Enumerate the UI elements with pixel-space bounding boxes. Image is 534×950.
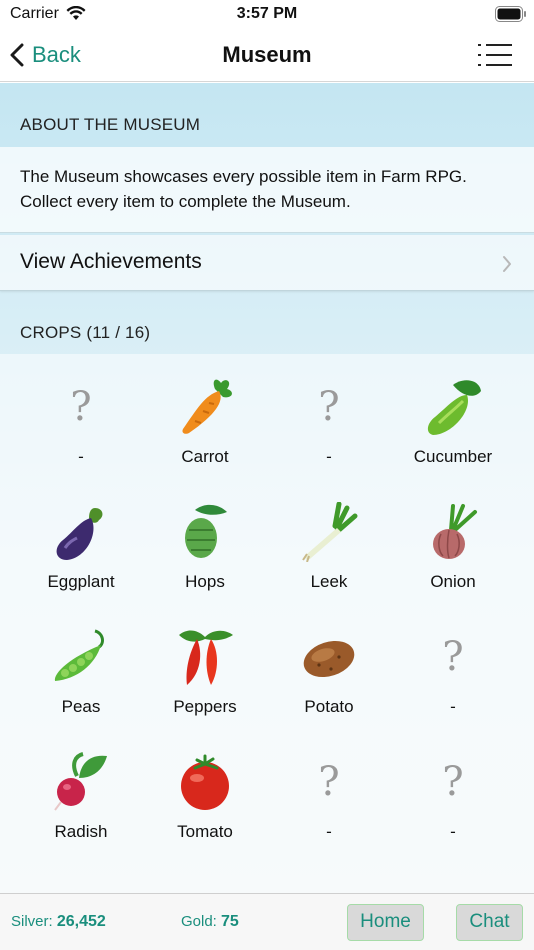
crop-label: - [326, 822, 332, 841]
onion-icon [433, 504, 477, 559]
list-icon-bar [486, 64, 512, 66]
crop-item-tomato[interactable]: Tomato [143, 752, 267, 862]
crop-item-potato[interactable]: Potato [267, 627, 391, 737]
crop-item-eggplant[interactable]: Eggplant [19, 502, 143, 612]
crop-item-radish[interactable]: Radish [19, 752, 143, 862]
home-button[interactable]: Home [347, 904, 424, 941]
eggplant-icon [56, 508, 103, 560]
crop-label: Potato [304, 697, 354, 716]
cucumber-icon [427, 380, 481, 435]
crop-item-unknown[interactable]: ? - [391, 627, 515, 737]
hops-icon [185, 504, 227, 558]
crop-label: Eggplant [47, 572, 115, 591]
battery-icon [495, 6, 526, 22]
status-time: 3:57 PM [236, 5, 298, 22]
crop-item-cucumber[interactable]: Cucumber [391, 377, 515, 487]
silver-value: 26,452 [56, 913, 106, 930]
crop-item-onion[interactable]: Onion [391, 502, 515, 612]
list-icon-bar [486, 44, 512, 46]
radish-icon [54, 752, 107, 811]
crops-header: CROPS (11 / 16) [20, 323, 151, 342]
back-button[interactable]: Back [10, 38, 81, 72]
peas-icon [54, 629, 104, 681]
bottom-toolbar: Silver: 26,452 Gold: 75 Home Chat [0, 893, 534, 950]
crop-item-unknown[interactable]: ? - [267, 752, 391, 862]
menu-button[interactable] [478, 42, 512, 68]
crop-label: Carrot [181, 447, 229, 466]
achievements-label: View Achievements [20, 250, 202, 273]
crops-grid: ? - Carrot ? - Cucumber Eggplant Hops Le… [0, 354, 534, 893]
crop-label: - [450, 697, 456, 716]
crop-label: - [326, 447, 332, 466]
unknown-icon: ? [70, 384, 92, 430]
museum-content[interactable]: ABOUT THE MUSEUM The Museum showcases ev… [0, 83, 534, 893]
crop-label: Leek [310, 572, 348, 591]
unknown-icon: ? [442, 634, 464, 680]
crop-label: Hops [185, 572, 225, 591]
crop-item-unknown[interactable]: ? - [391, 752, 515, 862]
crop-item-unknown[interactable]: ? - [267, 377, 391, 487]
crop-item-leek[interactable]: Leek [267, 502, 391, 612]
crop-label: - [450, 822, 456, 841]
silver-balance: Silver: 26,452 [11, 913, 106, 931]
crop-item-unknown[interactable]: ? - [19, 377, 143, 487]
potato-icon [303, 640, 355, 678]
back-label: Back [32, 42, 81, 67]
crop-label: Tomato [177, 822, 233, 841]
tomato-icon [181, 754, 229, 810]
gold-balance: Gold: 75 [181, 913, 239, 931]
chat-button[interactable]: Chat [456, 904, 523, 941]
crop-label: Onion [430, 572, 476, 591]
crop-label: - [78, 447, 84, 466]
silver-label: Silver: [11, 913, 53, 930]
about-card: The Museum showcases every possible item… [0, 147, 534, 233]
about-text: The Museum showcases every possible item… [20, 167, 467, 211]
peppers-icon [179, 630, 233, 685]
chevron-right-icon [503, 256, 511, 272]
crop-label: Radish [54, 822, 108, 841]
crop-item-carrot[interactable]: Carrot [143, 377, 267, 487]
gold-label: Gold: [181, 913, 217, 930]
about-header: ABOUT THE MUSEUM [20, 115, 201, 134]
list-icon-dot [478, 64, 481, 66]
crop-item-peas[interactable]: Peas [19, 627, 143, 737]
carrot-icon [182, 379, 232, 434]
crop-label: Peas [61, 697, 101, 716]
leek-icon [302, 502, 358, 562]
unknown-icon: ? [318, 384, 340, 430]
unknown-icon: ? [442, 759, 464, 805]
unknown-icon: ? [318, 759, 340, 805]
crop-item-hops[interactable]: Hops [143, 502, 267, 612]
gold-value: 75 [221, 913, 239, 930]
view-achievements-link[interactable]: View Achievements [0, 235, 534, 291]
crop-item-peppers[interactable]: Peppers [143, 627, 267, 737]
list-icon-bar [486, 54, 512, 56]
nav-bar: Back Museum [0, 30, 534, 82]
list-icon-dot [478, 54, 481, 56]
crop-label: Peppers [173, 697, 237, 716]
status-bar: Carrier 3:57 PM [0, 0, 534, 30]
chevron-left-icon [10, 43, 24, 67]
crop-label: Cucumber [413, 447, 493, 466]
list-icon [478, 44, 481, 46]
